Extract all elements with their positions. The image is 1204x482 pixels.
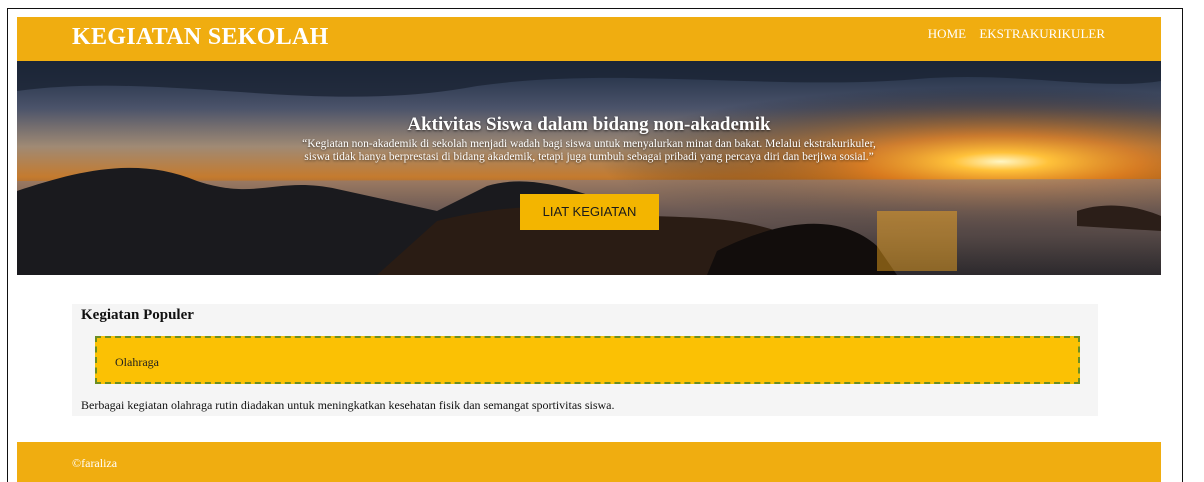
site-header: KEGIATAN SEKOLAH HOME EKSTRAKURIKULER	[17, 17, 1161, 61]
main-nav: HOME EKSTRAKURIKULER	[918, 26, 1105, 42]
see-activities-button[interactable]: LIAT KEGIATAN	[520, 194, 659, 230]
popular-activities-title: Kegiatan Populer	[81, 307, 194, 323]
site-logo[interactable]: KEGIATAN SEKOLAH	[72, 24, 329, 51]
frame-border-top	[7, 8, 1183, 9]
nav-home-link[interactable]: HOME	[928, 26, 966, 41]
hero-background-image	[17, 61, 1161, 275]
hero-quote: “Kegiatan non-akademik di sekolah menjad…	[302, 138, 876, 163]
hero-banner: Aktivitas Siswa dalam bidang non-akademi…	[17, 61, 1161, 275]
frame-border-right	[1182, 8, 1183, 482]
site-footer: ©faraliza	[17, 442, 1161, 482]
hero-title: Aktivitas Siswa dalam bidang non-akademi…	[407, 114, 771, 135]
activity-card-label: Olahraga	[115, 355, 159, 369]
activity-description: Berbagai kegiatan olahraga rutin diadaka…	[81, 398, 615, 412]
popular-activities-section: Kegiatan Populer Olahraga Berbagai kegia…	[72, 304, 1098, 416]
website: KEGIATAN SEKOLAH HOME EKSTRAKURIKULER Ak…	[17, 17, 1161, 482]
footer-copyright: ©faraliza	[72, 456, 118, 470]
nav-ekstrakurikuler-link[interactable]: EKSTRAKURIKULER	[979, 26, 1105, 41]
browser-frame: KEGIATAN SEKOLAH HOME EKSTRAKURIKULER Ak…	[0, 0, 1204, 482]
frame-border-left	[7, 8, 8, 482]
activity-card-olahraga[interactable]: Olahraga	[95, 336, 1080, 384]
